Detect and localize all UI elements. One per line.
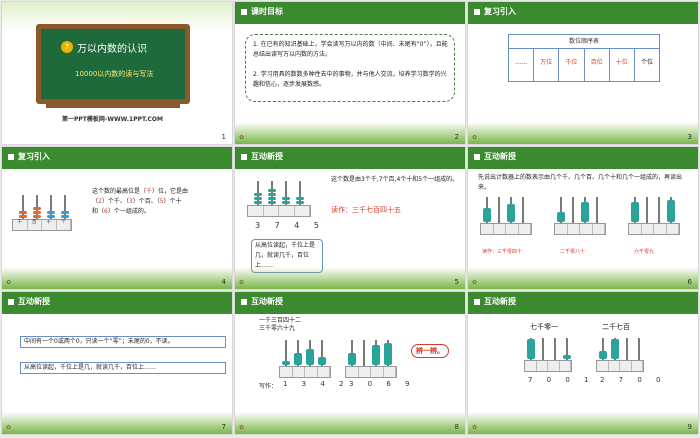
footer-text: 第一PPT模板网-WWW.1PPT.COM — [62, 116, 163, 123]
reading-1: 读作：三千零四十 — [482, 249, 523, 255]
grass-decoration — [235, 122, 465, 144]
page-number: 8 — [454, 423, 459, 431]
slide-title: 互动新授 — [484, 297, 516, 306]
page-number: 3 — [687, 133, 692, 141]
grass-decoration — [235, 412, 465, 434]
abacus — [524, 336, 572, 372]
abacus — [345, 338, 397, 378]
flower-icon: ✿ — [6, 424, 12, 431]
table-cell: 个位 — [640, 59, 653, 66]
flower-icon: ✿ — [239, 134, 245, 141]
answer-digits-2: 2 7 0 0 — [600, 376, 667, 384]
place-value-table: 数位顺序表 …… 万位 千位 百位 十位 个位 — [508, 34, 660, 82]
slide-thumbnail-7[interactable]: 互动新授 中间有一个0或两个0，只读一个“零”；末尾的0，不读。 从高位读起，千… — [1, 291, 233, 435]
slide-thumbnail-8[interactable]: 互动新授 一千三百四十二 三千零六十九 写作： 1 3 4 2 3 0 6 9 … — [234, 291, 466, 435]
slide-grid: 7 万以内数的认识 10000以内数的读与写法 第一PPT模板网-WWW.1PP… — [1, 1, 699, 437]
instruction-text: 先说出计数器上的数表示由几个千、几个百、几个十和几个一组成的，再读出来。 — [478, 174, 683, 191]
page-number: 1 — [221, 133, 226, 141]
grass-decoration — [468, 267, 698, 289]
board-stand — [46, 104, 180, 108]
abacus-digits: 3 0 6 9 — [349, 380, 416, 388]
question-text: 这个数的最高位是（千）位，它是由 （2）个千、（3）个百、（5）个十 和（6）个… — [92, 188, 189, 215]
page-number: 7 — [221, 423, 226, 431]
title-bar: 复习引入 — [2, 147, 232, 169]
abacus — [596, 336, 644, 372]
abacus: 千百十个 — [12, 191, 72, 231]
slide-thumbnail-1[interactable]: 7 万以内数的认识 10000以内数的读与写法 第一PPT模板网-WWW.1PP… — [1, 1, 233, 145]
board-title: 万以内数的认识 — [77, 44, 147, 55]
slide-title: 复习引入 — [484, 7, 516, 16]
rule-text-1: 中间有一个0或两个0，只读一个“零”；末尾的0，不读。 — [20, 336, 226, 348]
abacus-group — [480, 195, 688, 245]
flower-icon: ✿ — [6, 279, 12, 286]
abacus-digits: 3 7 4 5 — [255, 221, 325, 230]
board-subtitle: 10000以内数的读与写法 — [75, 70, 154, 78]
flower-icon: ✿ — [239, 279, 245, 286]
table-cell: …… — [509, 49, 535, 81]
slide-thumbnail-3[interactable]: 复习引入 数位顺序表 …… 万位 千位 百位 十位 个位 ✿ 3 — [467, 1, 699, 145]
title-bar: 互动新授 — [468, 147, 698, 169]
title-bar: 复习引入 — [468, 2, 698, 24]
slide-thumbnail-4[interactable]: 复习引入 千百十个 这个数的最高位是（千）位，它是由 （2）个千、（3）个百、（… — [1, 146, 233, 290]
table-cell: 万位 — [534, 49, 560, 81]
board-badge: 7 — [61, 41, 73, 53]
grass-decoration — [468, 122, 698, 144]
reading-3: 六千零九 — [634, 249, 655, 255]
grass-decoration — [2, 267, 232, 289]
flower-icon: ✿ — [472, 279, 478, 286]
title-bar: 课时目标 — [235, 2, 465, 24]
table-cell: 百位 — [585, 49, 610, 81]
page-number: 6 — [687, 278, 692, 286]
abacus — [279, 338, 331, 378]
table-cell: 千位 — [559, 49, 585, 81]
answer-digits-1: 7 0 0 1 — [528, 376, 595, 384]
abacus-digits: 1 3 4 2 — [283, 380, 350, 388]
title-bar: 互动新授 — [235, 147, 465, 169]
slide-thumbnail-6[interactable]: 互动新授 先说出计数器上的数表示由几个千、几个百、几个十和几个一组成的，再读出来… — [467, 146, 699, 290]
chalkboard: 7 万以内数的认识 10000以内数的读与写法 — [36, 24, 190, 104]
goal-point-2: 2. 学习用具的数数多种性去中的事物，并与他人交流，培养学习数学的兴趣和信心，逐… — [253, 71, 447, 88]
number-name-2: 三千零六十九 — [259, 325, 296, 332]
page-number: 9 — [687, 423, 692, 431]
page-number: 5 — [454, 278, 459, 286]
flower-icon: ✿ — [239, 424, 245, 431]
flower-icon: ✿ — [472, 134, 478, 141]
slide-thumbnail-2[interactable]: 课时目标 1. 在已有的知识基础上，学会读写万以内的数（中间、末尾有“0”），且… — [234, 1, 466, 145]
grass-decoration — [468, 412, 698, 434]
slide-thumbnail-9[interactable]: 互动新授 七千零一 二千七百 7 0 0 1 2 7 0 0 ✿ 9 — [467, 291, 699, 435]
page-number: 2 — [454, 133, 459, 141]
slide-title: 课时目标 — [251, 7, 283, 16]
table-cell: 十位 — [610, 49, 635, 81]
title-bar: 互动新授 — [468, 292, 698, 314]
title-bar: 互动新授 — [2, 292, 232, 314]
slide-thumbnail-5[interactable]: 互动新授 3 7 4 5 这个数是由3个千,7个百,4个十和5个一组成的。 读作… — [234, 146, 466, 290]
flower-icon: ✿ — [472, 424, 478, 431]
discuss-bubble: 辨一辨。 — [411, 344, 449, 358]
grass-decoration — [235, 267, 465, 289]
table-title: 数位顺序表 — [509, 35, 659, 49]
slide-title: 互动新授 — [484, 152, 516, 161]
slide-title: 互动新授 — [251, 297, 283, 306]
reading-2: 二千零八十 — [560, 249, 586, 255]
abacus — [247, 177, 311, 217]
grass-decoration — [2, 412, 232, 434]
rule-text-2: 从高位读起，千位上是几，就读几千，百位上…… — [20, 362, 226, 374]
slide-title: 互动新授 — [18, 297, 50, 306]
slide-title: 互动新授 — [251, 152, 283, 161]
page-number: 4 — [221, 278, 226, 286]
write-label: 写作： — [259, 383, 278, 390]
goal-point-1: 1. 在已有的知识基础上，学会读写万以内的数（中间、末尾有“0”），且能总结出读… — [253, 41, 448, 58]
slide-title: 复习引入 — [18, 152, 50, 161]
number-word-2: 二千七百 — [602, 323, 630, 331]
number-word-1: 七千零一 — [530, 323, 558, 331]
number-description: 这个数是由3个千,7个百,4个十和5个一组成的。 — [331, 176, 459, 183]
title-bar: 互动新授 — [235, 292, 465, 314]
reading-text: 读作：三千七百四十五 — [331, 206, 401, 214]
